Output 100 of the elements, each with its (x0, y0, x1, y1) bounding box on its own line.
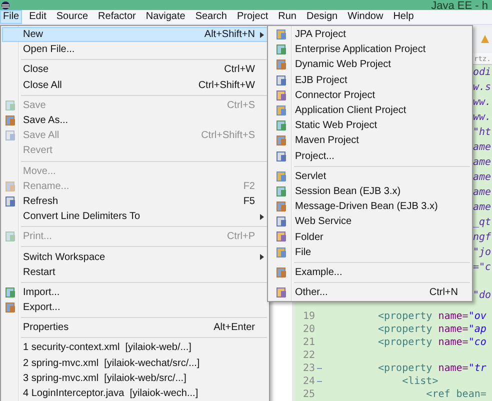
toolbar-icon[interactable] (480, 34, 490, 44)
menu-title[interactable]: Source (53, 10, 92, 24)
code-line: ="c (473, 262, 492, 273)
item-icon (276, 74, 287, 86)
menu-item[interactable]: 2 spring-mvc.xml [yilaiok-wechat/src/...] (2, 356, 268, 371)
menu-item[interactable]: 4 LoginInterceptor.java [yilaiok-wech...] (2, 386, 268, 401)
item-icon (276, 186, 287, 197)
menu-item[interactable]: Maven Project (269, 133, 471, 148)
fold-icon[interactable] (316, 380, 322, 383)
item-icon (276, 201, 287, 212)
line-number: 19 (302, 311, 315, 322)
item-icon (276, 120, 287, 132)
item-icon (276, 246, 287, 258)
code-line: <property name="ap (378, 324, 486, 335)
item-icon (276, 59, 287, 70)
item-icon (5, 231, 16, 242)
item-icon (5, 100, 16, 111)
menu-item[interactable]: Export... (2, 300, 268, 316)
app-icon (1, 1, 10, 10)
code-line: <ref bean= (425, 389, 486, 400)
menu-item[interactable]: Refresh F5 (2, 194, 268, 210)
item-icon (5, 130, 16, 142)
menu-title[interactable]: Design (303, 10, 341, 24)
code-line: ame (473, 157, 492, 168)
line-number: 22 (302, 350, 315, 361)
menu-item[interactable]: Switch Workspace (2, 249, 268, 265)
menu-item[interactable]: Save As... (2, 112, 268, 128)
item-icon (5, 302, 16, 313)
code-line: w.s (473, 82, 492, 93)
menu-title[interactable]: Edit (26, 10, 50, 24)
menu-item[interactable]: File (269, 244, 471, 260)
code-line: ame (473, 202, 492, 213)
item-icon (276, 44, 287, 56)
code-line: _qt (473, 217, 492, 228)
item-icon (276, 90, 287, 101)
submenu-arrow-icon (260, 214, 264, 220)
code-line: "ht (473, 127, 492, 138)
code-line: <property name="tr (378, 363, 486, 374)
item-icon (276, 216, 287, 228)
menu-item[interactable]: Folder (269, 229, 471, 245)
menu-title[interactable]: Refactor (95, 10, 139, 24)
menu-item[interactable]: Servlet (269, 168, 471, 184)
menu-item[interactable]: Dynamic Web Project (269, 57, 471, 73)
menu-item[interactable]: Other... Ctrl+N (269, 285, 471, 300)
menu-item[interactable]: Close All Ctrl+Shift+W (2, 78, 268, 93)
menu-item[interactable]: 1 security-context.xml [yilaiok-web/...] (2, 340, 268, 356)
submenu-arrow-icon (260, 32, 264, 38)
item-icon (276, 170, 287, 182)
fold-icon[interactable] (316, 367, 322, 370)
menu-item[interactable]: Close Ctrl+W (2, 62, 268, 78)
code-line: <property name="ov (378, 311, 486, 322)
menu-item[interactable]: Connector Project (269, 88, 471, 103)
menu-item[interactable]: EJB Project (269, 72, 471, 88)
code-line: "do (473, 290, 492, 301)
menu-item[interactable]: New Alt+Shift+N (2, 27, 268, 42)
item-icon (5, 286, 16, 298)
window-title: Java EE - h (431, 1, 488, 10)
code-line: ngf (473, 232, 492, 243)
menu-title[interactable]: Navigate (142, 10, 188, 24)
menu-title[interactable]: Window (344, 10, 386, 24)
menu-item[interactable]: Application Client Project (269, 102, 471, 118)
item-icon (276, 29, 287, 40)
code-line: ame (473, 187, 492, 198)
menu-item[interactable]: 3 spring-mvc.xml [yilaiok-web/src/...] (2, 370, 268, 386)
line-number: 25 (302, 389, 315, 400)
item-icon (276, 150, 287, 162)
menu-item[interactable]: Open File... (2, 42, 268, 58)
menu-item[interactable]: Web Service (269, 214, 471, 230)
menu-item[interactable]: Enterprise Application Project (269, 42, 471, 58)
menu-item[interactable]: Message-Driven Bean (EJB 3.x) (269, 199, 471, 214)
menu-item[interactable]: Restart (2, 264, 268, 280)
menu-title[interactable]: Run (275, 10, 300, 24)
menu-item[interactable]: Import... (2, 284, 268, 300)
menu-title[interactable]: Help (390, 10, 417, 24)
menu-item[interactable]: Properties Alt+Enter (2, 320, 268, 336)
line-number: 20 (302, 324, 315, 335)
menu-item[interactable]: Project... (269, 148, 471, 164)
code-line: odi (473, 67, 492, 78)
code-line: <property name="co (378, 337, 486, 348)
menu-item[interactable]: Static Web Project (269, 118, 471, 134)
code-line: "jo (473, 247, 492, 258)
item-icon (276, 104, 287, 116)
item-icon (276, 266, 287, 278)
code-line: <list> (401, 376, 438, 387)
code-line: ame (473, 172, 492, 183)
menu-item[interactable]: Convert Line Delimiters To (2, 209, 268, 224)
code-line: ww. (473, 112, 492, 123)
item-icon (276, 287, 287, 298)
item-icon (5, 196, 16, 207)
menu-title[interactable]: Project (234, 10, 272, 24)
item-icon (5, 114, 16, 126)
item-icon (276, 135, 287, 146)
menu-item[interactable]: JPA Project (269, 27, 471, 42)
line-number: 21 (302, 337, 315, 348)
code-line: ame (473, 142, 492, 153)
menu-title[interactable]: File (0, 10, 22, 24)
menu-item[interactable]: Example... (269, 264, 471, 280)
menu-title[interactable]: Search (192, 10, 230, 24)
item-icon (5, 180, 16, 192)
menu-item[interactable]: Session Bean (EJB 3.x) (269, 184, 471, 200)
